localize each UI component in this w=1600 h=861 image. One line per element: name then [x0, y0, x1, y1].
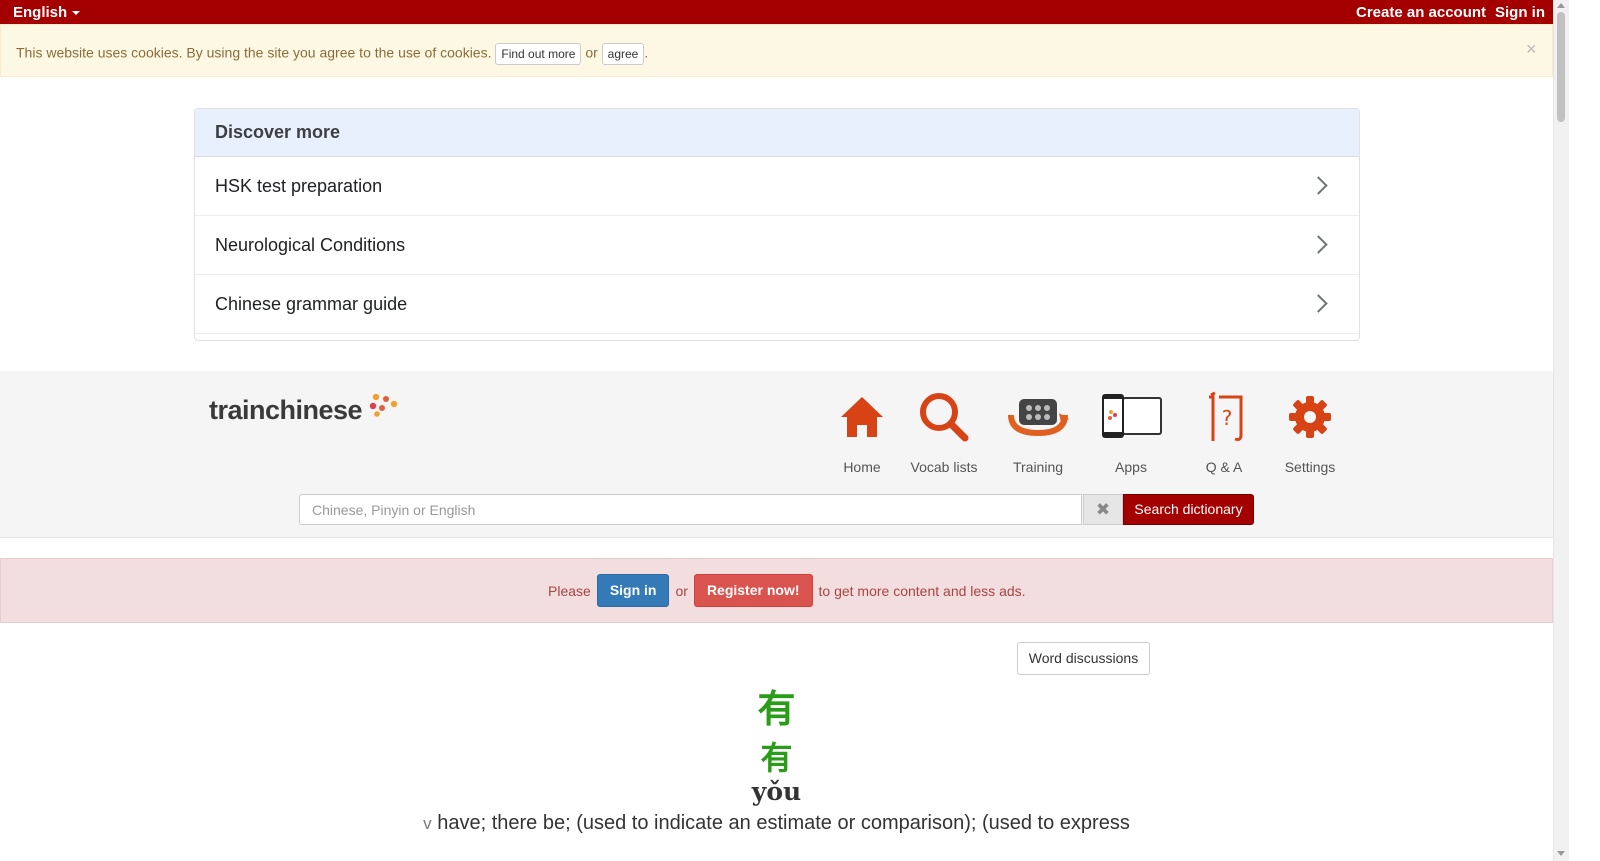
page-scrollbar[interactable] [1553, 0, 1569, 861]
nav-home-label: Home [843, 459, 881, 475]
home-icon [834, 391, 890, 443]
discover-title: Discover more [195, 109, 1359, 157]
chevron-right-icon [1309, 294, 1328, 313]
definition-text: have; there be; (used to indicate an est… [437, 812, 1130, 834]
question-icon: ? [1196, 391, 1252, 443]
top-bar: English Create an account Sign in [0, 0, 1553, 24]
site-header: trainchinese Home Vocab lists Training A… [0, 371, 1553, 538]
find-out-more-button[interactable]: Find out more [495, 43, 582, 65]
cookie-or: or [585, 44, 598, 61]
signin-alert: Please Sign in or Register now! to get m… [0, 558, 1553, 623]
alert-sign-in-button[interactable]: Sign in [596, 574, 670, 607]
discover-item[interactable]: Neurological Conditions [195, 216, 1359, 275]
nav-settings-label: Settings [1284, 459, 1336, 475]
clear-search-icon[interactable]: ✖ [1083, 494, 1123, 525]
nav-home[interactable]: Home [834, 391, 890, 475]
scroll-up-icon[interactable] [1557, 3, 1565, 8]
search-icon [906, 391, 982, 443]
discover-item-label: Neurological Conditions [215, 235, 406, 255]
alert-suffix: to get more content and less ads. [818, 582, 1026, 599]
language-dropdown[interactable]: English [13, 4, 81, 21]
discover-item[interactable]: HSK test preparation [195, 157, 1359, 216]
training-icon [1004, 391, 1072, 443]
cookie-message: This website uses cookies. By using the … [16, 44, 492, 61]
logo-dots-icon [369, 393, 398, 417]
close-icon[interactable]: × [1526, 39, 1537, 60]
agree-button[interactable]: agree [601, 43, 645, 65]
nav-training[interactable]: Training [1004, 391, 1072, 475]
cookie-message-row: This website uses cookies. By using the … [16, 43, 648, 65]
devices-icon [1098, 391, 1164, 443]
nav-vocab-lists[interactable]: Vocab lists [906, 391, 982, 475]
simplified-character: 有 [757, 689, 796, 731]
gear-icon [1280, 391, 1340, 443]
alert-or: or [675, 582, 688, 599]
language-label: English [13, 4, 68, 21]
create-account-link[interactable]: Create an account [1356, 4, 1486, 21]
discover-more-panel: Discover more HSK test preparation Neuro… [194, 108, 1360, 341]
nav-training-label: Training [1012, 459, 1064, 475]
search-dictionary-button[interactable]: Search dictionary [1123, 494, 1254, 525]
svg-text:?: ? [1222, 406, 1233, 430]
cookie-banner: This website uses cookies. By using the … [0, 24, 1553, 77]
nav-apps[interactable]: Apps [1098, 391, 1164, 475]
register-now-button[interactable]: Register now! [693, 574, 813, 607]
sign-in-link[interactable]: Sign in [1495, 4, 1545, 21]
scrollbar-thumb[interactable] [1557, 12, 1565, 122]
signin-alert-content: Please Sign in or Register now! to get m… [548, 574, 1026, 607]
nav-qa-label: Q & A [1205, 459, 1243, 475]
alert-please: Please [548, 582, 591, 599]
caret-down-icon [72, 11, 81, 16]
discover-item[interactable]: Chinese grammar guide [195, 275, 1359, 334]
discover-item-label: HSK test preparation [215, 176, 383, 196]
nav-apps-label: Apps [1115, 459, 1147, 475]
cookie-period: . [644, 44, 649, 61]
nav-qa[interactable]: ? Q & A [1196, 391, 1252, 475]
dictionary-search-input[interactable] [299, 494, 1082, 525]
chevron-right-icon [1309, 176, 1328, 195]
site-logo[interactable]: trainchinese [209, 395, 363, 426]
chevron-right-icon [1309, 235, 1328, 254]
scroll-down-icon[interactable] [1557, 851, 1565, 856]
discover-item-label: Chinese grammar guide [215, 294, 408, 314]
definition-line: v have; there be; (used to indicate an e… [0, 812, 1553, 835]
nav-settings[interactable]: Settings [1280, 391, 1340, 475]
part-of-speech: v [423, 814, 432, 833]
pinyin: yǒu [751, 777, 802, 806]
nav-vocab-label: Vocab lists [910, 459, 978, 475]
word-discussions-button[interactable]: Word discussions [1017, 642, 1150, 675]
traditional-character: 有 [760, 740, 793, 776]
